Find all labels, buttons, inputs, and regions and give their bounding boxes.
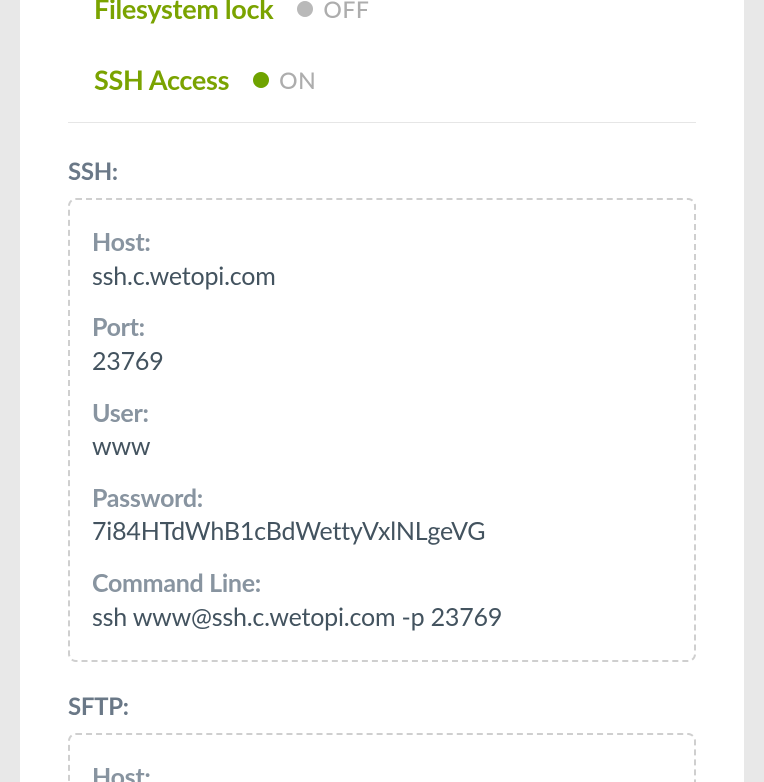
page-background: Filesystem lock OFF SSH Access ON SSH: H… (0, 0, 764, 782)
ssh-access-toggle[interactable]: SSH Access ON (68, 55, 696, 114)
sftp-credentials-box: Host: ftp.c.wetopi.com (68, 733, 696, 782)
sftp-host-label: Host: (92, 761, 672, 782)
status-dot-on-icon (253, 72, 269, 88)
ssh-section-heading: SSH: (68, 157, 696, 186)
ssh-command-line-value[interactable]: ssh www@ssh.c.wetopi.com -p 23769 (92, 601, 672, 635)
divider (68, 122, 696, 123)
ssh-access-state: ON (279, 66, 316, 94)
filesystem-lock-state: OFF (323, 0, 369, 23)
ssh-command-line-label: Command Line: (92, 567, 672, 600)
ssh-port-label: Port: (92, 311, 672, 344)
ssh-password-value[interactable]: 7i84HTdWhB1cBdWettyVxlNLgeVG (92, 515, 672, 549)
ssh-password-label: Password: (92, 482, 672, 515)
filesystem-lock-label: Filesystem lock (94, 0, 273, 25)
ssh-host-field: Host: ssh.c.wetopi.com (92, 226, 672, 293)
ssh-access-status: ON (253, 66, 316, 94)
sftp-section-heading: SFTP: (68, 692, 696, 721)
ssh-host-value[interactable]: ssh.c.wetopi.com (92, 260, 672, 294)
ssh-host-label: Host: (92, 226, 672, 259)
ssh-access-label: SSH Access (94, 63, 229, 96)
filesystem-lock-toggle[interactable]: Filesystem lock OFF (68, 0, 696, 55)
ssh-user-label: User: (92, 397, 672, 430)
ssh-credentials-box: Host: ssh.c.wetopi.com Port: 23769 User:… (68, 198, 696, 662)
ssh-user-value[interactable]: www (92, 430, 672, 464)
sftp-host-field: Host: ftp.c.wetopi.com (92, 761, 672, 782)
ssh-user-field: User: www (92, 397, 672, 464)
ssh-command-line-field: Command Line: ssh www@ssh.c.wetopi.com -… (92, 567, 672, 634)
filesystem-lock-status: OFF (297, 0, 369, 23)
ssh-port-field: Port: 23769 (92, 311, 672, 378)
status-dot-off-icon (297, 1, 313, 17)
toggles-section: Filesystem lock OFF SSH Access ON (68, 0, 696, 114)
ssh-password-field: Password: 7i84HTdWhB1cBdWettyVxlNLgeVG (92, 482, 672, 549)
ssh-port-value[interactable]: 23769 (92, 345, 672, 379)
settings-panel: Filesystem lock OFF SSH Access ON SSH: H… (20, 0, 744, 782)
